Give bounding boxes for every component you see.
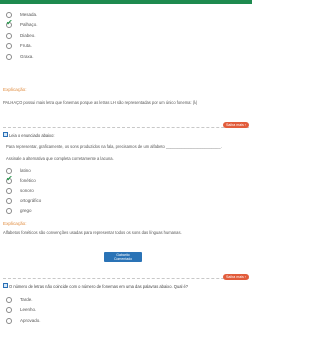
radio-button[interactable]: ✔ bbox=[6, 173, 13, 184]
question-icon bbox=[3, 132, 8, 137]
q3-option-2[interactable]: Leenho. bbox=[6, 305, 36, 314]
q3-option-1[interactable]: Tarde. bbox=[6, 295, 33, 304]
explanation-header: Explicação: bbox=[3, 87, 27, 92]
divider bbox=[3, 127, 249, 128]
q2-option-4[interactable]: ortográfico bbox=[6, 196, 41, 205]
q2-option-5[interactable]: grego bbox=[6, 206, 32, 215]
q1-option-label: Graxa. bbox=[20, 54, 34, 59]
question-icon bbox=[3, 283, 8, 288]
q1-option-4[interactable]: Fruta. bbox=[6, 41, 32, 50]
radio-button[interactable] bbox=[6, 42, 12, 49]
radio-button[interactable]: ✔ bbox=[6, 17, 13, 28]
question-statement: Para representar, graficamente, os sons … bbox=[6, 144, 222, 149]
q2-option-label: sonoro bbox=[20, 188, 34, 193]
question-instruction: Assinale a alternativa que completa corr… bbox=[6, 156, 114, 161]
radio-button[interactable] bbox=[6, 32, 12, 39]
q1-option-label: Mesada. bbox=[20, 12, 38, 17]
quiz-page: Mesada. ✔ Palhaço. Diabeo. Fruta. Graxa.… bbox=[0, 0, 252, 356]
radio-button[interactable] bbox=[6, 197, 12, 204]
q3-option-3[interactable]: Aprovado. bbox=[6, 316, 41, 325]
q1-option-3[interactable]: Diabeo. bbox=[6, 31, 36, 40]
saiba-mais-label: Saiba mais bbox=[226, 275, 244, 279]
question-prompt: Leia o enunciado abaixo: bbox=[9, 133, 55, 138]
radio-button[interactable] bbox=[6, 306, 12, 313]
q2-option-2[interactable]: ✔ fonético bbox=[6, 173, 36, 185]
q2-option-3[interactable]: sonoro bbox=[6, 186, 34, 195]
q1-option-label: Diabeo. bbox=[20, 33, 36, 38]
radio-button[interactable] bbox=[6, 207, 12, 214]
explanation-text: PALHAÇO possui mais letra que fonemas po… bbox=[3, 100, 197, 105]
divider bbox=[3, 278, 249, 279]
q1-option-5[interactable]: Graxa. bbox=[6, 52, 34, 61]
checkmark-icon: ✔ bbox=[6, 173, 13, 183]
q3-option-label: Tarde. bbox=[20, 297, 33, 302]
q2-option-label: fonético bbox=[20, 178, 36, 183]
chevron-right-icon: › bbox=[244, 275, 246, 279]
radio-button[interactable] bbox=[6, 53, 12, 60]
saiba-mais-button[interactable]: Saiba mais › bbox=[223, 122, 249, 128]
comentado-label: Comentado bbox=[113, 257, 133, 261]
chevron-right-icon: › bbox=[244, 123, 246, 127]
q3-option-label: Leenho. bbox=[20, 307, 37, 312]
q1-option-label: Palhaço. bbox=[20, 22, 38, 27]
q2-option-label: grego bbox=[20, 208, 32, 213]
checkmark-icon: ✔ bbox=[6, 17, 13, 27]
q2-option-label: latino bbox=[20, 168, 31, 173]
q3-option-label: Aprovado. bbox=[20, 318, 41, 323]
radio-button[interactable] bbox=[6, 296, 12, 303]
question-prompt: O número de letras não coincide com o nú… bbox=[9, 284, 189, 289]
q2-option-label: ortográfico bbox=[20, 198, 42, 203]
radio-button[interactable] bbox=[6, 187, 12, 194]
q1-option-2[interactable]: ✔ Palhaço. bbox=[6, 17, 38, 29]
radio-button[interactable] bbox=[6, 11, 12, 18]
top-accent-line bbox=[0, 0, 252, 4]
explanation-text: Alfabetos fonéticos são convenções usada… bbox=[3, 230, 182, 235]
radio-button[interactable] bbox=[6, 317, 12, 324]
saiba-mais-button[interactable]: Saiba mais › bbox=[223, 274, 249, 280]
explanation-header: Explicação: bbox=[3, 221, 27, 226]
saiba-mais-label: Saiba mais bbox=[226, 123, 244, 127]
gabarito-comentado-button[interactable]: Gabarito Comentado bbox=[104, 252, 142, 262]
radio-button[interactable] bbox=[6, 167, 12, 174]
q1-option-label: Fruta. bbox=[20, 43, 32, 48]
